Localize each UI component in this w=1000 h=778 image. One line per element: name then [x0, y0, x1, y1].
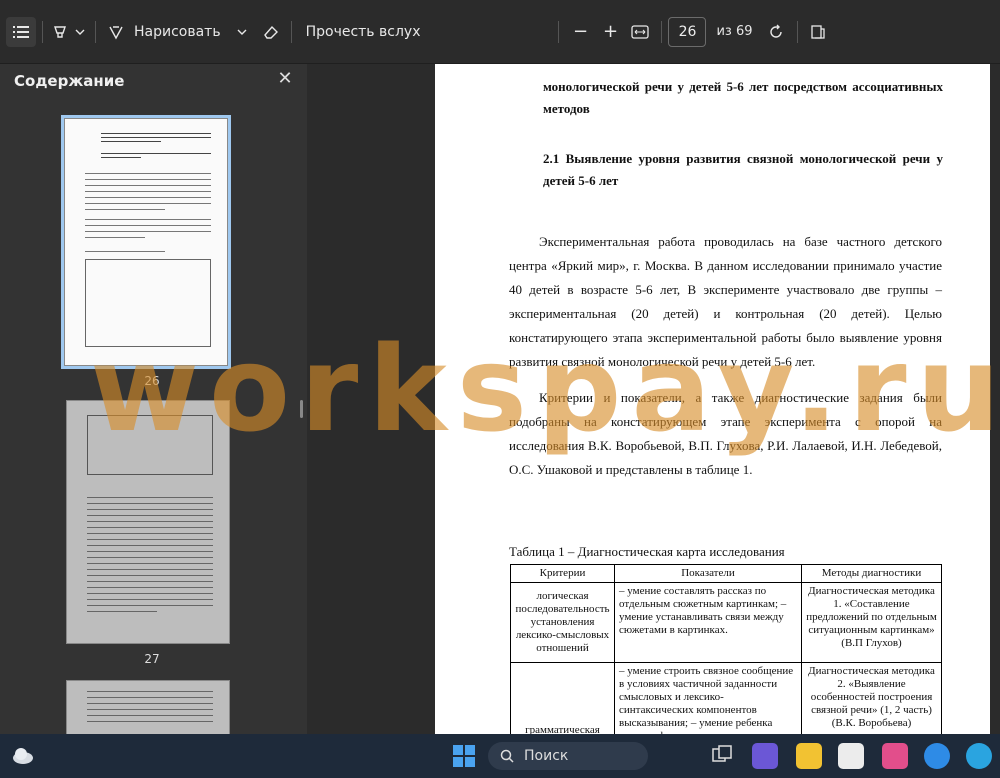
document-page: монологической речи у детей 5-6 лет поср… — [435, 64, 990, 734]
toolbar-divider — [42, 20, 43, 43]
document-viewport[interactable]: монологической речи у детей 5-6 лет поср… — [307, 64, 1000, 734]
telegram-icon[interactable] — [966, 743, 992, 769]
erase-button[interactable] — [257, 15, 285, 49]
rotate-button[interactable] — [761, 15, 791, 49]
sidebar-title: Содержание — [14, 72, 125, 90]
contents-sidebar: Содержание ✕ 26 27 — [0, 64, 307, 734]
read-aloud-button[interactable]: Прочесть вслух — [298, 15, 429, 49]
minus-icon: − — [572, 21, 589, 42]
eraser-icon — [263, 25, 278, 39]
thumb-table — [87, 415, 213, 475]
chevron-down-icon — [75, 29, 85, 35]
section-heading: 2.1 Выявление уровня развития связной мо… — [543, 151, 943, 188]
table-header: Методы диагностики — [801, 564, 942, 583]
diagnostic-table: Критерии Показатели Методы диагностики л… — [510, 564, 942, 734]
task-view-icon[interactable] — [710, 743, 736, 769]
draw-label: Нарисовать — [134, 23, 221, 40]
taskbar-search[interactable]: Поиск — [488, 742, 648, 770]
read-aloud-label: Прочесть вслух — [305, 23, 421, 40]
highlight-button[interactable] — [49, 15, 71, 49]
page-number-input[interactable] — [668, 16, 707, 47]
page-thumbnail-26[interactable] — [61, 115, 231, 369]
paragraph: Экспериментальная работа проводилась на … — [509, 234, 942, 369]
plus-icon: + — [602, 21, 619, 42]
paragraph: Критерии и показатели, а также диагности… — [509, 390, 942, 477]
table-cell: Диагностическая методика 2. «Выявление о… — [801, 662, 942, 734]
pen-icon — [109, 25, 123, 39]
toolbar-divider — [661, 20, 663, 43]
page-total: из 69 — [716, 24, 753, 39]
toolbar-divider — [95, 20, 96, 43]
start-icon[interactable] — [452, 744, 478, 770]
fit-width-icon — [631, 24, 650, 39]
highlight-dropdown[interactable] — [71, 15, 89, 49]
search-label: Поиск — [524, 748, 569, 764]
toolbar: Нарисовать Прочесть вслух − + из 69 — [0, 0, 1000, 64]
taskbar: Поиск — [0, 734, 1000, 778]
draw-dropdown[interactable] — [233, 15, 251, 49]
chevron-down-icon — [237, 29, 247, 35]
search-icon — [500, 749, 514, 763]
contents-toggle-button[interactable] — [6, 16, 36, 47]
page-view-button[interactable] — [804, 15, 832, 49]
file-explorer-icon[interactable] — [796, 743, 822, 769]
table-cell: логическая последовательность установлен… — [510, 582, 615, 663]
sidebar-scrollbar[interactable] — [300, 400, 303, 418]
highlighter-icon — [54, 25, 66, 38]
close-icon[interactable]: ✕ — [274, 68, 296, 90]
zoom-in-button[interactable]: + — [595, 15, 625, 49]
toolbar-divider — [558, 20, 560, 43]
weather-icon[interactable] — [10, 743, 36, 769]
table-row: грамматическая правильность речи – умени… — [510, 662, 942, 734]
edge-icon[interactable] — [924, 743, 950, 769]
teams-icon[interactable] — [752, 743, 778, 769]
fit-page-button[interactable] — [625, 15, 655, 49]
table-cell: грамматическая правильность речи — [510, 662, 615, 734]
thumb-table — [85, 259, 211, 347]
page-view-icon — [810, 24, 825, 39]
table-caption: Таблица 1 – Диагностическая карта исслед… — [509, 544, 785, 559]
zoom-out-button[interactable]: − — [565, 15, 595, 49]
page-thumbnail-27[interactable] — [66, 400, 230, 644]
table-cell: – умение строить связное сообщение в усл… — [614, 662, 802, 734]
calendar-icon[interactable] — [838, 743, 864, 769]
table-row: логическая последовательность установлен… — [510, 582, 942, 663]
table-header-row: Критерии Показатели Методы диагностики — [510, 564, 942, 583]
table-header: Критерии — [510, 564, 615, 583]
app-icon[interactable] — [882, 743, 908, 769]
chapter-heading: монологической речи у детей 5-6 лет поср… — [543, 79, 943, 116]
rotate-icon — [769, 24, 782, 38]
toolbar-divider — [290, 20, 292, 43]
thumbnail-label-26: 26 — [144, 374, 160, 388]
toolbar-divider — [796, 20, 798, 43]
list-icon — [13, 25, 29, 38]
draw-button[interactable]: Нарисовать — [102, 15, 227, 49]
table-cell: – умение составлять рассказ по отдельным… — [614, 582, 802, 663]
thumbnail-label-27: 27 — [144, 652, 160, 666]
table-cell: Диагностическая методика 1. «Составление… — [801, 582, 942, 663]
table-header: Показатели — [614, 564, 802, 583]
page-thumbnail-28[interactable] — [66, 680, 230, 734]
